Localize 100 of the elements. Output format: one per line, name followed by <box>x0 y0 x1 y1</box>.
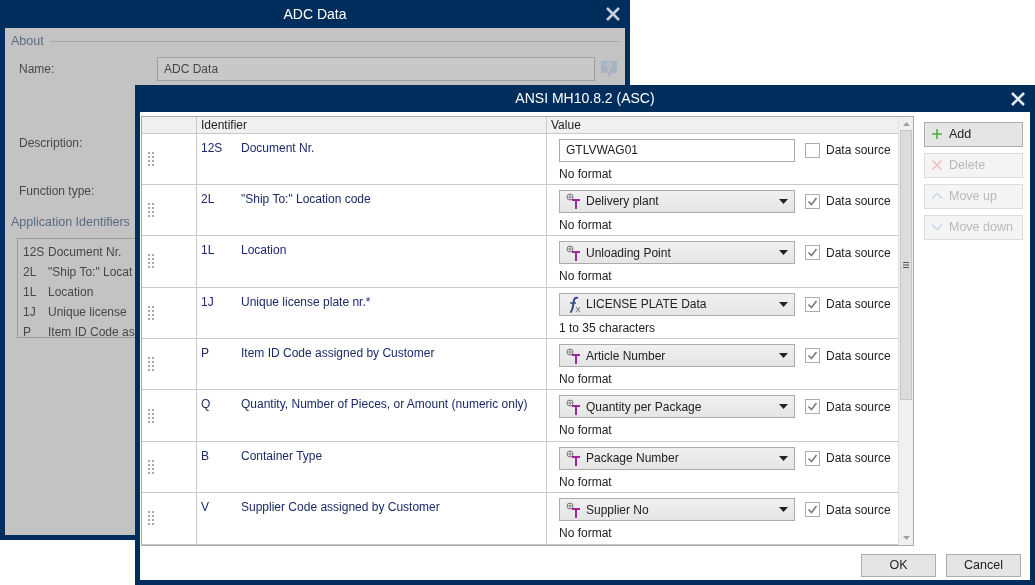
data-source-checkbox[interactable] <box>805 245 820 261</box>
identifier-name: Unique license plate nr.* <box>241 293 371 311</box>
value-dropdown[interactable]: Delivery plant <box>559 189 795 213</box>
list-item-code: 1L <box>22 283 38 301</box>
identifier-code: B <box>201 447 210 465</box>
format-text: No format <box>559 422 613 440</box>
checkbox-label: Data source <box>826 347 891 365</box>
data-source-checkbox[interactable] <box>805 193 820 209</box>
drag-handle-icon[interactable] <box>148 254 154 269</box>
field-label: Description: <box>19 134 84 152</box>
format-text: No format <box>559 165 613 183</box>
caret-icon <box>779 404 788 410</box>
identifier-code: P <box>201 345 210 362</box>
list-item-code: P <box>22 323 32 337</box>
caret-icon <box>779 198 788 204</box>
variable-icon <box>566 501 580 518</box>
checkbox-label: Data source <box>826 244 891 262</box>
footer-button[interactable]: OK <box>861 553 936 577</box>
list-item-code: 1J <box>22 303 37 321</box>
chevron-up-icon <box>931 190 943 202</box>
close-button[interactable] <box>1010 91 1026 107</box>
variable-icon <box>566 398 580 415</box>
value-dropdown[interactable]: Article Number <box>559 344 795 367</box>
identifier-name: Supplier Code assigned by Customer <box>241 499 440 517</box>
field-label: Function type: <box>19 182 96 200</box>
variable-icon <box>566 244 580 261</box>
drag-handle-icon[interactable] <box>148 203 154 218</box>
list-item-text: Item ID Code as <box>48 323 135 337</box>
format-text: No format <box>559 268 613 286</box>
list-item-code: 12S <box>22 243 46 261</box>
list-item-text: Unique license <box>48 303 127 321</box>
data-source-checkbox[interactable] <box>805 450 820 466</box>
value-input[interactable]: GTLVWAG01 <box>559 138 795 162</box>
variable-icon <box>566 347 580 364</box>
scroll-up-icon[interactable] <box>902 121 910 126</box>
identifier-name: Item ID Code assigned by Customer <box>241 345 435 362</box>
help-icon[interactable] <box>599 59 619 78</box>
identifier-code: 12S <box>201 139 224 157</box>
checkbox-label: Data source <box>826 142 891 159</box>
format-text: No format <box>559 216 613 234</box>
plus-icon <box>931 128 943 140</box>
checkbox-label: Data source <box>826 450 891 468</box>
grip-icon[interactable] <box>903 261 909 268</box>
identifier-code: Q <box>201 396 212 414</box>
scroll-down-icon[interactable] <box>902 535 910 540</box>
value-dropdown[interactable]: Quantity per Package <box>559 395 795 419</box>
value-dropdown[interactable]: Unloading Point <box>559 241 795 265</box>
field-label: Name: <box>19 60 56 78</box>
drag-handle-icon[interactable] <box>148 459 154 474</box>
value-dropdown[interactable]: Package Number <box>559 446 795 470</box>
name-field[interactable]: ADC Data <box>157 56 595 81</box>
footer-button[interactable]: Cancel <box>946 553 1021 577</box>
caret-icon <box>779 455 788 461</box>
identifier-name: "Ship To:" Location code <box>241 190 371 208</box>
identifier-code: 1J <box>201 293 215 311</box>
window-title: ADC Data <box>283 4 347 24</box>
drag-handle-icon[interactable] <box>148 357 154 372</box>
side-button[interactable]: Add <box>924 121 1023 147</box>
drag-handle-icon[interactable] <box>148 408 154 423</box>
data-source-checkbox[interactable] <box>805 348 820 363</box>
section-title: About <box>11 33 44 50</box>
data-source-checkbox[interactable] <box>805 399 820 415</box>
data-source-checkbox[interactable] <box>805 502 820 518</box>
value-dropdown[interactable]: Supplier No <box>559 498 795 522</box>
data-source-checkbox[interactable] <box>805 296 820 312</box>
identifier-name: Document Nr. <box>241 139 315 157</box>
format-text: No format <box>559 525 613 543</box>
caret-icon <box>779 250 788 256</box>
delete-icon <box>931 159 943 171</box>
column-header: Identifier <box>196 116 546 133</box>
section-title: Application Identifiers <box>11 213 130 231</box>
identifier-code: 2L <box>201 190 216 208</box>
checkbox-label: Data source <box>826 398 891 416</box>
checkbox-label: Data source <box>826 501 891 519</box>
close-button[interactable] <box>605 6 621 22</box>
scrollbar[interactable] <box>898 116 913 545</box>
identifier-code: V <box>201 499 210 517</box>
caret-icon <box>779 301 788 307</box>
format-text: No format <box>559 473 613 491</box>
variable-icon <box>566 193 580 210</box>
list-item-text: Location <box>48 283 94 301</box>
drag-handle-icon[interactable] <box>148 305 154 320</box>
caret-icon <box>779 353 788 358</box>
format-text: No format <box>559 371 613 388</box>
identifier-name: Container Type <box>241 447 323 465</box>
chevron-down-icon <box>931 221 943 233</box>
list-item-code: 2L <box>22 263 38 281</box>
variable-icon <box>566 450 580 467</box>
caret-icon <box>779 507 788 513</box>
drag-handle-icon[interactable] <box>148 151 154 166</box>
data-source-checkbox[interactable] <box>805 142 820 158</box>
dialog-title: ANSI MH10.8.2 (ASC) <box>515 88 655 108</box>
drag-handle-icon[interactable] <box>148 511 154 526</box>
format-text: 1 to 35 characters <box>559 319 657 337</box>
identifier-name: Quantity, Number of Pieces, or Amount (numeric only) <box>241 396 528 414</box>
value-dropdown[interactable]: LICENSE PLATE Data <box>559 292 795 316</box>
list-item-text: "Ship To:" Locat <box>48 263 133 281</box>
identifier-code: 1L <box>201 242 216 260</box>
checkbox-label: Data source <box>826 296 891 314</box>
identifier-name: Location <box>241 242 287 260</box>
